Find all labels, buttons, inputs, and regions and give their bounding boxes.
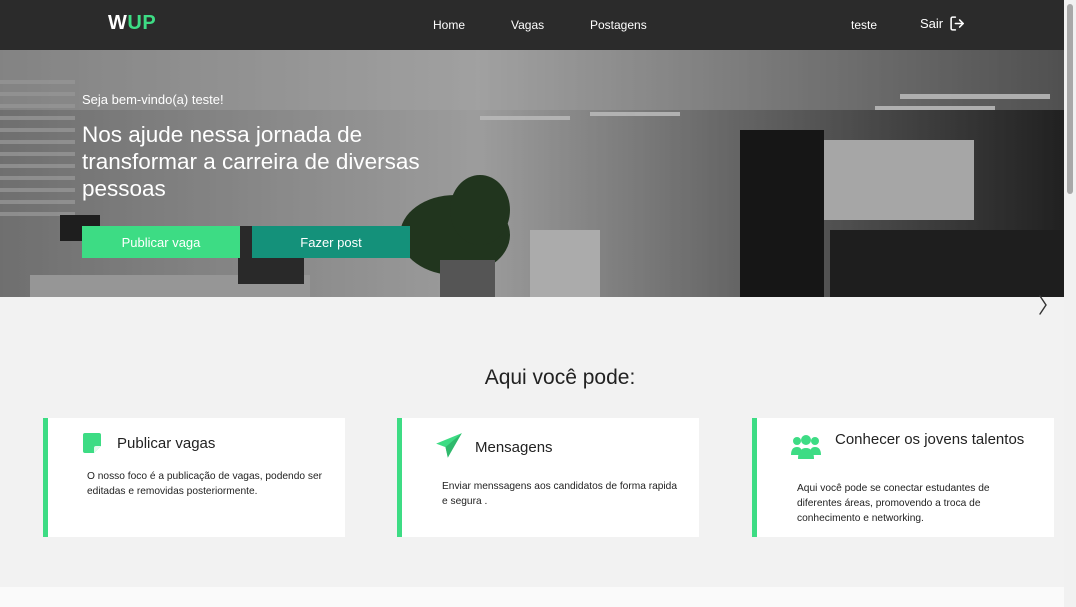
section-title: Aqui você pode: (484, 366, 636, 389)
logo-up: UP (127, 12, 157, 34)
feature-card-mensagens: Mensagens Enviar menssagens aos candidat… (397, 418, 699, 537)
footer-strip (0, 587, 1064, 607)
logout-label: Sair (920, 16, 944, 31)
scrollbar[interactable] (1064, 0, 1076, 607)
card-title: Publicar vagas (117, 435, 216, 452)
card-text: Enviar menssagens aos candidatos de form… (442, 481, 678, 507)
logout-button[interactable]: Sair (920, 15, 966, 32)
user-name-link[interactable]: teste (851, 18, 877, 32)
logo-w: W (108, 12, 128, 34)
nav-home-link[interactable]: Home (433, 18, 465, 32)
card-text: O nosso foco é a publicação de vagas, po… (87, 471, 323, 497)
scrollbar-thumb[interactable] (1067, 4, 1073, 194)
paper-plane-icon (436, 433, 462, 458)
feature-card-talentos: Conhecer os jovens talentos Aqui você po… (752, 418, 1054, 537)
logo[interactable]: WUP (108, 12, 156, 35)
card-title: Conhecer os jovens talentos (835, 431, 1025, 448)
chevron-right-icon[interactable] (1036, 294, 1050, 316)
feature-card-publicar: Publicar vagas O nosso foco é a publicaç… (43, 418, 345, 537)
publicar-vaga-button[interactable]: Publicar vaga (82, 226, 240, 258)
welcome-text: Seja bem-vindo(a) teste! (82, 92, 224, 107)
hero-title: Nos ajude nessa jornada de transformar a… (82, 122, 420, 201)
logout-icon (950, 16, 965, 31)
card-text: Aqui você pode se conectar estudantes de… (797, 483, 990, 524)
nav-vagas-link[interactable]: Vagas (511, 18, 544, 32)
card-title: Mensagens (475, 439, 553, 456)
nav-postagens-link[interactable]: Postagens (590, 18, 647, 32)
users-icon (791, 435, 821, 459)
note-icon (83, 433, 101, 453)
fazer-post-button[interactable]: Fazer post (252, 226, 410, 258)
navbar: WUP Home Vagas Postagens teste Sair (0, 0, 1064, 50)
hero-banner: Seja bem-vindo(a) teste! Nos ajude nessa… (0, 50, 1064, 297)
